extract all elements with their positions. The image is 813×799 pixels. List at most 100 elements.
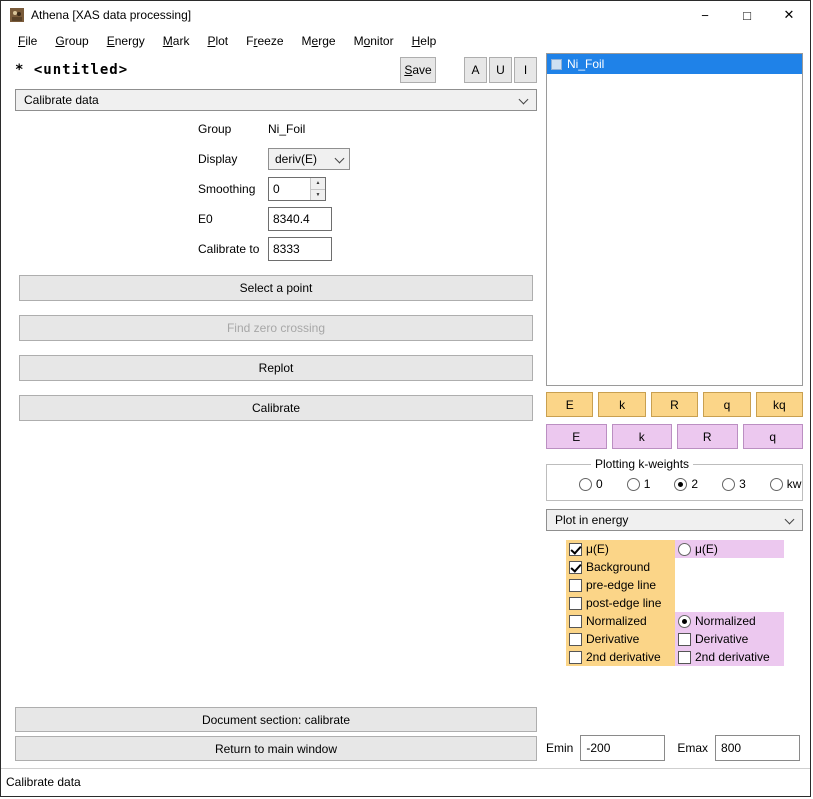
post-edge-line-checkbox[interactable]: post-edge line xyxy=(566,594,675,612)
mu-marked-radio[interactable]: μ(E) xyxy=(675,540,784,558)
maximize-button[interactable]: □ xyxy=(726,1,768,29)
plot-q-marked-button[interactable]: q xyxy=(742,424,803,449)
derivative-marked-checkbox[interactable]: Derivative xyxy=(675,630,784,648)
menu-group[interactable]: Group xyxy=(46,31,97,51)
window-controls: − □ ✕ xyxy=(684,1,810,29)
smoothing-input[interactable] xyxy=(269,178,310,200)
plot-e-button[interactable]: E xyxy=(546,392,594,417)
background-checkbox[interactable]: Background xyxy=(566,558,675,576)
second-derivative-marked-checkbox[interactable]: 2nd derivative xyxy=(675,648,784,666)
plot-q-button[interactable]: q xyxy=(703,392,751,417)
kweights-title: Plotting k-weights xyxy=(595,457,690,471)
plot-r-button[interactable]: R xyxy=(650,392,699,417)
calibrate-panel: * <untitled> Save A U I Calibrate data G… xyxy=(1,53,543,768)
plot-panel: Ni_Foil E k R q kq E k R q Plotting k-we… xyxy=(543,53,810,768)
emax-input[interactable] xyxy=(715,735,801,761)
group-item-ni-foil[interactable]: Ni_Foil xyxy=(547,54,802,74)
replot-button[interactable]: Replot xyxy=(19,355,533,381)
group-list[interactable]: Ni_Foil xyxy=(546,53,803,386)
kweight-1-radio[interactable]: 1 xyxy=(626,477,650,491)
unmark-all-button[interactable]: U xyxy=(489,57,512,83)
menu-freeze[interactable]: Freeze xyxy=(237,31,292,51)
project-name: * <untitled> xyxy=(15,62,129,78)
project-header: * <untitled> Save A U I xyxy=(15,56,537,84)
group-row: Group Ni_Foil xyxy=(198,117,537,141)
plot-kq-button[interactable]: kq xyxy=(755,392,804,417)
minimize-button[interactable]: − xyxy=(684,1,726,29)
pre-edge-line-checkbox[interactable]: pre-edge line xyxy=(566,576,675,594)
save-button[interactable]: Save xyxy=(400,57,436,83)
group-mark-checkbox[interactable] xyxy=(551,58,562,70)
kweight-2-radio[interactable]: 2 xyxy=(674,477,698,491)
group-value: Ni_Foil xyxy=(268,122,306,136)
spin-down-icon[interactable]: ▼ xyxy=(311,189,325,200)
group-label: Group xyxy=(198,122,232,136)
menu-energy[interactable]: Energy xyxy=(98,31,154,51)
calibrate-form: Group Ni_Foil Display deriv(E) Smoothing xyxy=(198,117,537,267)
menu-merge[interactable]: Merge xyxy=(293,31,345,51)
header-buttons: Save A U I xyxy=(400,57,537,83)
menu-bar: File Group Energy Mark Plot Freeze Merge… xyxy=(1,29,810,53)
marked-groups-plot-buttons: E k R q xyxy=(546,424,803,449)
plot-e-marked-button[interactable]: E xyxy=(546,424,607,449)
plot-r-marked-button[interactable]: R xyxy=(677,424,738,449)
return-main-window-button[interactable]: Return to main window xyxy=(15,736,537,761)
second-derivative-checkbox[interactable]: 2nd derivative xyxy=(566,648,675,666)
e0-label: E0 xyxy=(198,212,213,226)
kweights-options: 0 1 2 3 kw xyxy=(579,477,802,491)
title-bar: Athena [XAS data processing] − □ ✕ xyxy=(1,1,810,29)
smoothing-spinner: ▲ ▼ xyxy=(268,177,326,201)
plot-k-button[interactable]: k xyxy=(598,392,646,417)
window-title: Athena [XAS data processing] xyxy=(31,8,192,22)
chevron-down-icon xyxy=(784,514,795,525)
document-section-button[interactable]: Document section: calibrate xyxy=(15,707,537,732)
derivative-checkbox[interactable]: Derivative xyxy=(566,630,675,648)
find-zero-crossing-button[interactable]: Find zero crossing xyxy=(19,315,533,341)
menu-help[interactable]: Help xyxy=(403,31,446,51)
e0-input[interactable] xyxy=(268,207,332,231)
plot-options: μ(E) Background pre-edge line post-edge … xyxy=(566,540,803,666)
kweight-0-radio[interactable]: 0 xyxy=(579,477,603,491)
emin-input[interactable] xyxy=(580,735,666,761)
e0-row: E0 xyxy=(198,207,537,231)
mu-checkbox[interactable]: μ(E) xyxy=(566,540,675,558)
calibrate-to-input[interactable] xyxy=(268,237,332,261)
display-row: Display deriv(E) xyxy=(198,147,537,171)
plot-space-selector[interactable]: Plot in energy xyxy=(546,509,803,531)
plot-k-marked-button[interactable]: k xyxy=(611,424,672,449)
spin-up-icon[interactable]: ▲ xyxy=(311,178,325,190)
calibrate-button[interactable]: Calibrate xyxy=(19,395,533,421)
smoothing-label: Smoothing xyxy=(198,182,256,196)
athena-window: Athena [XAS data processing] − □ ✕ File … xyxy=(0,0,811,797)
chevron-down-icon xyxy=(334,153,345,164)
kweights-frame: Plotting k-weights 0 1 2 3 kw xyxy=(546,457,803,501)
normalized-checkbox[interactable]: Normalized xyxy=(566,612,675,630)
select-a-point-button[interactable]: Select a point xyxy=(19,275,533,301)
spinner-buttons: ▲ ▼ xyxy=(310,178,325,200)
normalized-marked-radio[interactable]: Normalized xyxy=(675,612,784,630)
menu-plot[interactable]: Plot xyxy=(198,31,237,51)
group-item-label: Ni_Foil xyxy=(567,57,605,71)
menu-file[interactable]: File xyxy=(9,31,46,51)
status-text: Calibrate data xyxy=(6,775,81,789)
menu-monitor[interactable]: Monitor xyxy=(345,31,403,51)
emin-label: Emin xyxy=(546,741,574,755)
current-group-plot-buttons: E k R q kq xyxy=(546,392,804,417)
mark-all-button[interactable]: A xyxy=(464,57,487,83)
menu-mark[interactable]: Mark xyxy=(154,31,199,51)
display-select-value: deriv(E) xyxy=(275,152,318,166)
panel-selector[interactable]: Calibrate data xyxy=(15,89,537,111)
display-select[interactable]: deriv(E) xyxy=(268,148,350,170)
invert-marks-button[interactable]: I xyxy=(514,57,537,83)
kweight-kw-radio[interactable]: kw xyxy=(769,477,801,491)
marked-groups-lower-options: Normalized Derivative 2nd derivative xyxy=(675,612,784,666)
smoothing-row: Smoothing ▲ ▼ xyxy=(198,177,537,201)
close-button[interactable]: ✕ xyxy=(768,1,810,29)
current-group-plot-options: μ(E) Background pre-edge line post-edge … xyxy=(566,540,675,666)
status-bar: Calibrate data xyxy=(1,768,810,796)
marked-groups-plot-options: μ(E) Normalized Derivative 2nd derivativ… xyxy=(675,540,784,666)
plot-space-value: Plot in energy xyxy=(555,513,629,527)
kweight-3-radio[interactable]: 3 xyxy=(722,477,746,491)
